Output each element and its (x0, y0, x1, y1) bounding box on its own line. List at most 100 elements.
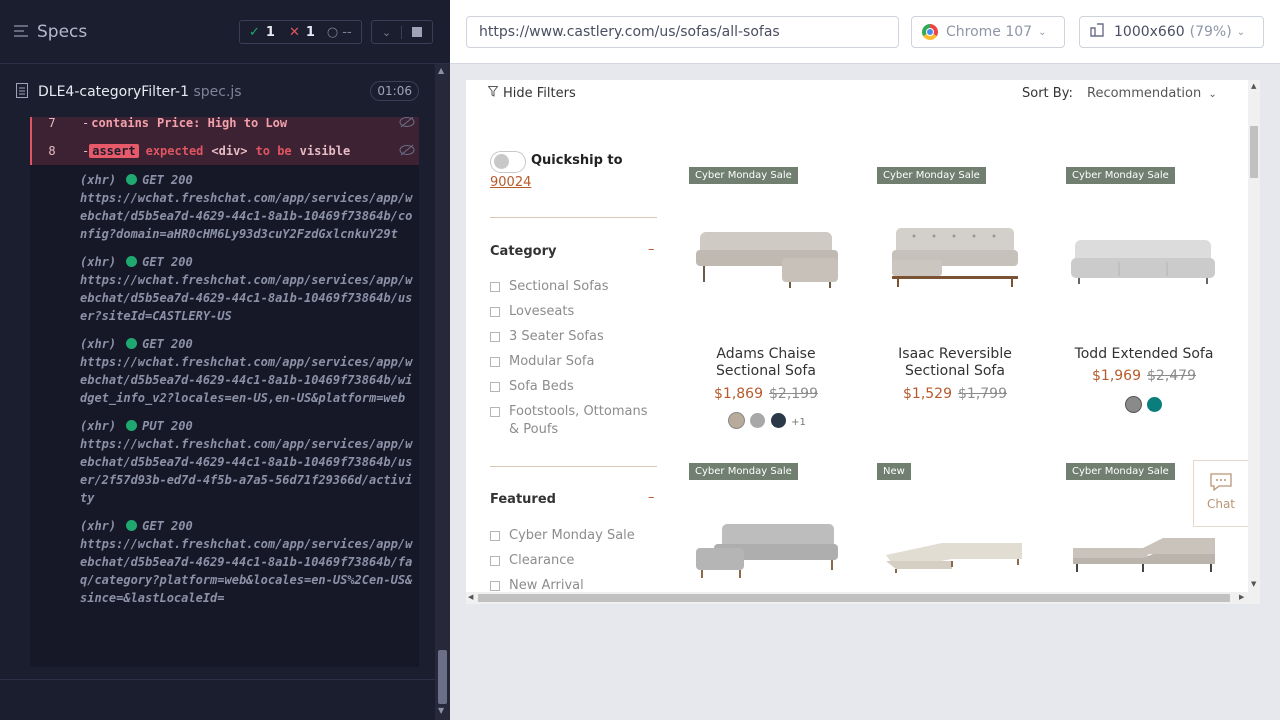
product-image[interactable] (882, 535, 1026, 579)
xhr-entry[interactable]: (xhr) GET 200 https://wchat.freshchat.com… (30, 330, 419, 412)
stop-icon[interactable] (402, 27, 432, 37)
product-card[interactable]: Todd Extended Sofa $1,969 $2,479 (1064, 346, 1224, 413)
status-dot-icon (126, 174, 138, 185)
browser-selector[interactable]: Chrome 107 ⌄ (911, 16, 1065, 48)
spec-timer: 01:06 (370, 81, 419, 101)
status-dot-icon (126, 420, 138, 431)
chat-button[interactable]: Chat (1193, 460, 1249, 527)
collapse-icon[interactable]: – (648, 242, 655, 257)
chevron-down-icon[interactable]: ⌄ (372, 25, 403, 39)
xhr-url: https://wchat.freshchat.com/app/services… (80, 355, 413, 405)
sort-select[interactable]: Recommendation ⌄ (1087, 86, 1217, 101)
eye-slash-icon[interactable] (399, 117, 415, 131)
category-checkbox[interactable]: Sofa Beds (490, 378, 650, 403)
xhr-url: https://wchat.freshchat.com/app/services… (80, 191, 413, 241)
chrome-icon (922, 24, 938, 40)
url-bar[interactable]: https://www.castlery.com/us/sofas/all-so… (466, 16, 899, 48)
more-swatches[interactable]: +1 (791, 417, 806, 428)
category-list: Sectional Sofas Loveseats 3 Seater Sofas… (490, 278, 650, 447)
xhr-entry[interactable]: (xhr) GET 200 https://wchat.freshchat.com… (30, 248, 419, 330)
log-divider (0, 679, 435, 680)
product-image[interactable] (694, 520, 840, 586)
command-row-7[interactable]: 7 - contains Price: High to Low (30, 117, 419, 137)
runner-scrollbar[interactable]: ▲ ▼ (435, 64, 450, 720)
product-image[interactable] (694, 220, 840, 296)
zip-link[interactable]: 90024 (490, 175, 531, 190)
swatch-navy[interactable] (771, 413, 787, 428)
xhr-entry[interactable]: (xhr) GET 200 https://wchat.freshchat.com… (30, 512, 419, 612)
spec-row[interactable]: DLE4-categoryFilter-1 spec.js 01:06 (0, 64, 435, 120)
xhr-entry[interactable]: (xhr) GET 200 https://wchat.freshchat.com… (30, 165, 419, 248)
featured-checkbox[interactable]: Clearance (490, 552, 650, 577)
swatch-grey[interactable] (750, 413, 766, 428)
scroll-down-icon[interactable]: ▼ (1251, 580, 1256, 588)
command-row-8[interactable]: 8 - assert expected <div> to be visible (30, 137, 419, 165)
checkbox-icon (490, 357, 500, 367)
scroll-left-icon[interactable]: ◀ (468, 593, 473, 601)
scroll-up-icon[interactable]: ▲ (438, 66, 444, 75)
category-checkbox[interactable]: Sectional Sofas (490, 278, 650, 303)
checkbox-label: Sofa Beds (509, 379, 574, 394)
xhr-status: GET 200 (142, 519, 193, 533)
product-card[interactable]: Adams Chaise Sectional Sofa $1,869 $2,199… (686, 346, 846, 429)
product-name[interactable]: Adams Chaise Sectional Sofa (686, 346, 846, 380)
scroll-thumb[interactable] (438, 650, 447, 704)
swatch-teal[interactable] (1147, 397, 1162, 412)
assert-text: to be (255, 144, 292, 158)
hide-filters-label: Hide Filters (503, 86, 576, 101)
product-card[interactable]: Isaac Reversible Sectional Sofa $1,529 $1… (875, 346, 1035, 402)
command-name: contains (91, 117, 150, 130)
scroll-down-icon[interactable]: ▼ (438, 706, 444, 715)
checkbox-label: Modular Sofa (509, 354, 595, 369)
quickship-toggle[interactable] (490, 151, 526, 173)
assert-value: visible (299, 144, 351, 158)
specs-list-icon[interactable] (14, 22, 28, 41)
product-name[interactable]: Todd Extended Sofa (1064, 346, 1224, 363)
scroll-right-icon[interactable]: ▶ (1239, 593, 1244, 601)
product-badge: Cyber Monday Sale (689, 463, 798, 480)
product-image[interactable] (1069, 530, 1219, 584)
product-image[interactable] (1071, 236, 1215, 292)
assert-pill: assert (89, 144, 139, 158)
scroll-up-icon[interactable]: ▲ (1251, 82, 1256, 90)
color-swatches (1064, 394, 1224, 413)
scroll-thumb[interactable] (1250, 126, 1258, 178)
viewport-selector[interactable]: 1000x660 (79%) ⌄ (1079, 16, 1264, 48)
assert-subject: <div> (211, 144, 248, 158)
scroll-thumb[interactable] (478, 594, 1230, 602)
xhr-entry[interactable]: (xhr) PUT 200 https://wchat.freshchat.com… (30, 412, 419, 512)
checkbox-icon (490, 282, 500, 292)
product-badge: Cyber Monday Sale (689, 167, 798, 184)
sidebar-divider (490, 466, 657, 467)
category-checkbox[interactable]: Footstools, Ottomans & Poufs (490, 403, 650, 447)
specs-title[interactable]: Specs (37, 22, 87, 42)
checkbox-label: Cyber Monday Sale (509, 528, 635, 543)
product-name[interactable]: Isaac Reversible Sectional Sofa (875, 346, 1035, 380)
swatch-grey[interactable] (1126, 397, 1141, 412)
collapse-icon[interactable]: – (648, 490, 655, 505)
eye-slash-icon[interactable] (399, 144, 415, 159)
sale-price: $1,969 (1092, 368, 1141, 384)
category-checkbox[interactable]: 3 Seater Sofas (490, 328, 650, 353)
aut-horizontal-scrollbar[interactable]: ◀ ▶ (466, 592, 1260, 604)
featured-checkbox[interactable]: Cyber Monday Sale (490, 527, 650, 552)
product-image[interactable] (892, 220, 1018, 296)
xhr-kind: (xhr) (80, 255, 117, 269)
original-price: $2,479 (1147, 368, 1196, 384)
category-checkbox[interactable]: Loveseats (490, 303, 650, 328)
aut-vertical-scrollbar[interactable]: ▲ ▼ (1248, 80, 1260, 592)
pending-count: -- (342, 24, 352, 40)
swatch-beige[interactable] (729, 413, 745, 428)
category-heading[interactable]: Category (490, 244, 556, 259)
quickship-label: Quickship to (531, 153, 623, 168)
assert-text: expected (145, 144, 204, 158)
xhr-status: PUT 200 (142, 419, 193, 433)
featured-heading[interactable]: Featured (490, 492, 556, 507)
browser-name: Chrome 107 (946, 24, 1033, 40)
checkbox-label: Loveseats (509, 304, 575, 319)
runner-panel: Specs ✓ 1 ✕ 1 ○ -- ⌄ DLE4-categoryFilter… (0, 0, 450, 720)
xhr-status: GET 200 (142, 337, 193, 351)
category-checkbox[interactable]: Modular Sofa (490, 353, 650, 378)
hide-filters-button[interactable]: Hide Filters (487, 86, 576, 101)
xhr-status: GET 200 (142, 255, 193, 269)
